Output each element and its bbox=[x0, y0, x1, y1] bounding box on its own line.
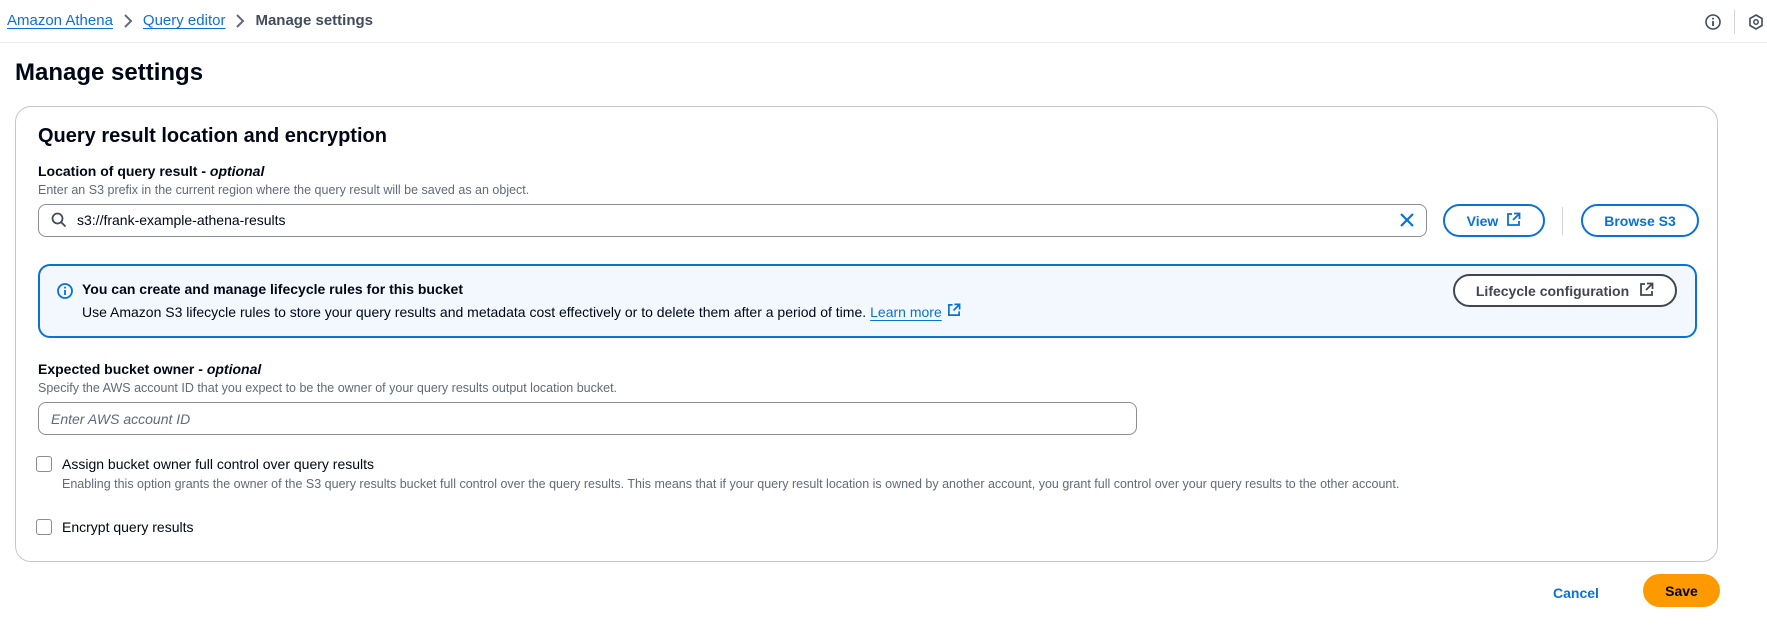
location-field-description: Enter an S3 prefix in the current region… bbox=[38, 183, 530, 197]
chevron-right-icon bbox=[113, 13, 143, 28]
info-icon bbox=[57, 283, 73, 304]
settings-panel: Query result location and encryption Loc… bbox=[15, 106, 1718, 562]
aws-account-id-input[interactable] bbox=[38, 402, 1137, 435]
owner-field-label: Expected bucket owner - optional bbox=[38, 361, 262, 377]
info-icon[interactable] bbox=[1702, 11, 1724, 33]
location-field-label: Location of query result - optional bbox=[38, 163, 265, 179]
external-link-icon bbox=[1506, 212, 1521, 230]
encrypt-label[interactable]: Encrypt query results bbox=[62, 519, 194, 535]
button-divider bbox=[1562, 207, 1563, 235]
breadcrumb: Amazon Athena Query editor Manage settin… bbox=[7, 12, 373, 29]
query-result-location-input[interactable]: s3://frank-example-athena-results bbox=[38, 204, 1427, 237]
location-value[interactable]: s3://frank-example-athena-results bbox=[77, 212, 286, 228]
optional-tag: optional bbox=[206, 361, 262, 377]
external-link-icon bbox=[947, 303, 961, 320]
breadcrumb-query-editor[interactable]: Query editor bbox=[143, 12, 226, 29]
panel-title: Query result location and encryption bbox=[38, 125, 387, 147]
cancel-button[interactable]: Cancel bbox=[1553, 585, 1599, 601]
optional-tag: optional bbox=[209, 163, 265, 179]
alert-title: You can create and manage lifecycle rule… bbox=[82, 281, 463, 297]
encrypt-checkbox[interactable] bbox=[36, 519, 52, 535]
chevron-right-icon bbox=[225, 13, 255, 28]
browse-s3-button[interactable]: Browse S3 bbox=[1581, 204, 1699, 237]
save-button[interactable]: Save bbox=[1643, 574, 1720, 607]
header-actions bbox=[1702, 10, 1767, 34]
lifecycle-info-alert: You can create and manage lifecycle rule… bbox=[38, 264, 1697, 338]
top-bar: Amazon Athena Query editor Manage settin… bbox=[0, 0, 1767, 43]
learn-more-link[interactable]: Learn more bbox=[870, 303, 961, 320]
full-control-description: Enabling this option grants the owner of… bbox=[62, 477, 1400, 491]
full-control-label[interactable]: Assign bucket owner full control over qu… bbox=[62, 456, 374, 472]
breadcrumb-amazon-athena[interactable]: Amazon Athena bbox=[7, 12, 113, 29]
alert-text: Use Amazon S3 lifecycle rules to store y… bbox=[82, 303, 961, 320]
owner-field-description: Specify the AWS account ID that you expe… bbox=[38, 381, 618, 395]
breadcrumb-current: Manage settings bbox=[255, 12, 373, 29]
clear-icon[interactable] bbox=[1398, 211, 1416, 234]
full-control-checkbox[interactable] bbox=[36, 456, 52, 472]
lifecycle-configuration-button[interactable]: Lifecycle configuration bbox=[1453, 274, 1677, 307]
search-icon bbox=[51, 212, 67, 233]
page-title: Manage settings bbox=[15, 59, 204, 86]
header-divider bbox=[1734, 10, 1735, 34]
hexagon-settings-icon[interactable] bbox=[1745, 11, 1767, 33]
view-button[interactable]: View bbox=[1443, 204, 1545, 237]
external-link-icon bbox=[1639, 282, 1654, 300]
